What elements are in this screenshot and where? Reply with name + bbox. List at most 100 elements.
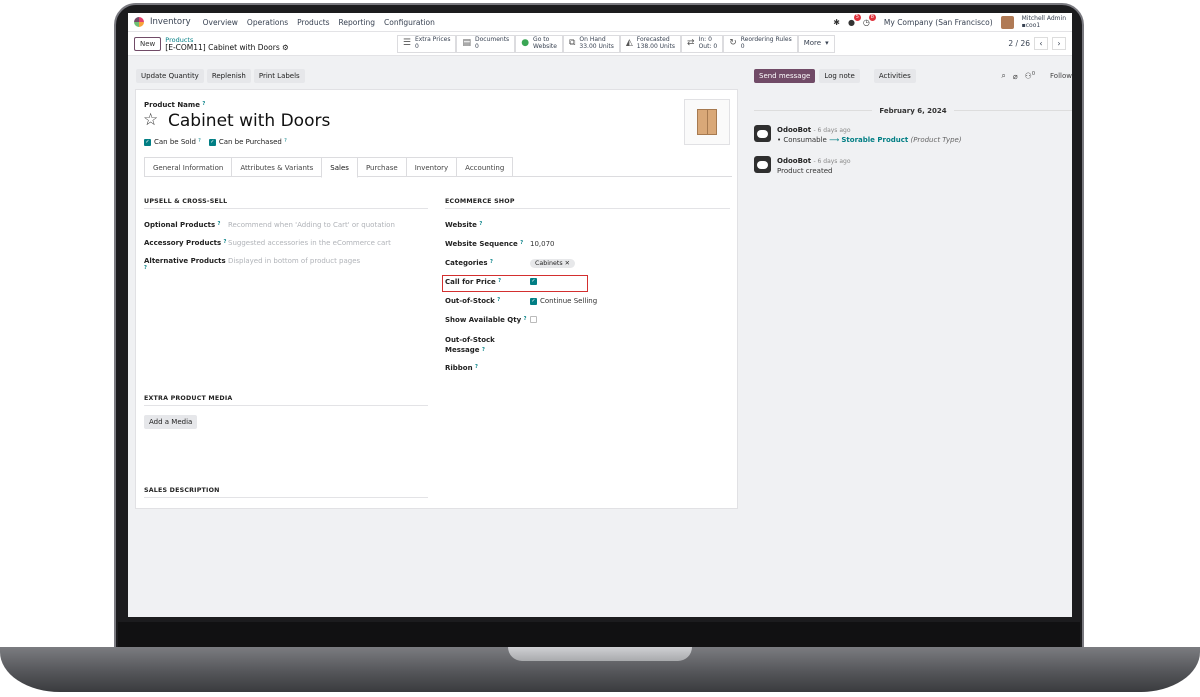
search-icon[interactable]: ⌕ [1001,71,1005,81]
help-icon[interactable]: ? [218,221,221,227]
show-available-qty-label-text: Show Available Qty [445,316,522,324]
help-icon[interactable]: ? [284,138,287,144]
documents-button[interactable]: ▤ Documents 0 [456,34,516,53]
product-name-field[interactable]: Cabinet with Doors [168,111,330,131]
add-media-button[interactable]: Add a Media [144,415,198,429]
breadcrumb: Products [E-COM11] Cabinet with Doors ⚙ [165,36,289,52]
category-tag[interactable]: Cabinets ✕ [530,259,575,268]
print-labels-button[interactable]: Print Labels [253,69,305,83]
menu-overview[interactable]: Overview [203,18,238,27]
extra-prices-label: Extra Prices [414,36,451,43]
tab-purchase[interactable]: Purchase [356,157,407,176]
bullet-icon: • [777,136,782,144]
accessory-products-input[interactable]: Suggested accessories in the eCommerce c… [228,239,391,247]
update-quantity-button[interactable]: Update Quantity [136,69,204,83]
optional-products-label: Optional Products ? [144,221,228,229]
close-icon[interactable]: ✕ [565,260,570,267]
date-separator: February 6, 2024 [879,107,947,115]
reordering-rules-button[interactable]: ↻ Reordering Rules 0 [723,34,798,53]
activities-button[interactable]: Activities [873,69,916,83]
odoobot-avatar[interactable] [754,125,771,142]
odoobot-avatar[interactable] [754,156,771,173]
follower-count: 0 [1031,71,1036,78]
go-to-website-button[interactable]: ● Go to Website [515,34,563,53]
help-icon[interactable]: ? [475,364,478,370]
alternative-products-row: Alternative Products ? Displayed in bott… [144,257,428,273]
avatar[interactable] [1000,15,1014,29]
user-menu[interactable]: Mitchell Admin ▪coo1 [1022,15,1066,29]
follow-button[interactable]: Follow [1050,72,1072,80]
replenish-button[interactable]: Replenish [206,69,251,83]
tab-sales[interactable]: Sales [321,157,358,178]
help-icon[interactable]: ? [490,259,493,265]
message-author[interactable]: OdooBot [777,126,811,134]
app-name[interactable]: Inventory [150,17,191,27]
message-author[interactable]: OdooBot [777,157,811,165]
extra-prices-button[interactable]: ☰ Extra Prices 0 [396,34,457,53]
product-flags: ✓ Can be Sold ? ✓ Can be Purchased ? [144,138,287,146]
paperclip-icon[interactable]: ⌀ [1013,72,1018,81]
can-be-purchased-label: Can be Purchased [218,138,282,146]
menu-operations[interactable]: Operations [247,18,288,27]
help-icon[interactable]: ? [144,265,147,271]
chat-icon[interactable]: ● 5 [848,13,861,27]
show-available-qty-checkbox[interactable] [530,316,537,323]
clock-icon[interactable]: ◷ 8 [863,13,876,27]
website-sequence-input[interactable]: 10,070 [530,240,555,248]
help-icon[interactable]: ? [482,347,485,353]
app-menu-icon[interactable] [134,17,144,27]
menu-configuration[interactable]: Configuration [384,18,435,27]
optional-products-label-text: Optional Products [144,221,216,229]
can-be-purchased-checkbox[interactable]: ✓ Can be Purchased ? [208,138,287,146]
bug-icon[interactable]: ✱ [833,18,840,27]
chart-icon: ◭ [625,38,633,49]
chevron-left-icon[interactable]: ‹ [1034,37,1048,50]
user-name: Mitchell Admin [1021,15,1066,22]
chevron-right-icon[interactable]: › [1052,37,1066,50]
reordering-count: 0 [740,42,745,50]
menu-reporting[interactable]: Reporting [339,18,375,27]
help-icon[interactable]: ? [202,101,205,107]
call-for-price-highlight [442,275,588,292]
pager-value[interactable]: 2 / 26 [1008,39,1030,48]
send-message-button[interactable]: Send message [754,69,816,83]
gear-icon[interactable]: ⚙ [282,43,289,52]
optional-products-input[interactable]: Recommend when 'Adding to Cart' or quota… [228,221,395,229]
date-divider-right [954,110,1072,111]
alternative-products-input[interactable]: Displayed in bottom of product pages [228,257,360,265]
company-switcher[interactable]: My Company (San Francisco) [884,18,993,27]
continue-selling-label: Continue Selling [540,297,598,305]
in-out-button[interactable]: ⇄ In: 0 Out: 0 [681,34,724,53]
sales-description-section: SALES DESCRIPTION [144,487,428,498]
user-db: ▪coo1 [1022,22,1066,29]
help-icon[interactable]: ? [224,239,227,245]
more-button[interactable]: More ▾ [797,34,835,53]
on-hand-button[interactable]: ⧉ On Hand 33.00 Units [562,34,620,53]
accessory-products-label-text: Accessory Products [144,239,222,247]
continue-selling-checkbox[interactable]: ✓ Continue Selling [530,297,597,305]
product-name-label: Product Name ? [144,101,205,109]
help-icon[interactable]: ? [520,240,523,246]
can-be-sold-checkbox[interactable]: ✓ Can be Sold ? [144,138,201,146]
help-icon[interactable]: ? [497,297,500,303]
check-icon: ✓ [144,138,151,146]
refresh-icon: ↻ [729,38,737,49]
followers-button[interactable]: ⚇0 [1025,71,1035,81]
log-note-button[interactable]: Log note [819,69,860,83]
product-image[interactable] [684,99,730,145]
new-button[interactable]: New [134,36,162,51]
help-icon[interactable]: ? [479,221,482,227]
tab-general-information[interactable]: General Information [144,157,233,176]
forecasted-button[interactable]: ◭ Forecasted 138.00 Units [619,34,682,53]
help-icon[interactable]: ? [524,316,527,322]
tab-accounting[interactable]: Accounting [456,157,514,176]
help-icon[interactable]: ? [198,138,201,144]
menu-products[interactable]: Products [297,18,329,27]
ribbon-label: Ribbon ? [445,364,530,372]
screen: Inventory Overview Operations Products R… [128,13,1072,617]
star-icon[interactable]: ☆ [143,110,158,130]
website-row: Website ? [445,221,730,231]
tab-attributes-variants[interactable]: Attributes & Variants [231,157,323,176]
product-name-label-text: Product Name [144,101,200,109]
tab-inventory[interactable]: Inventory [405,157,458,176]
